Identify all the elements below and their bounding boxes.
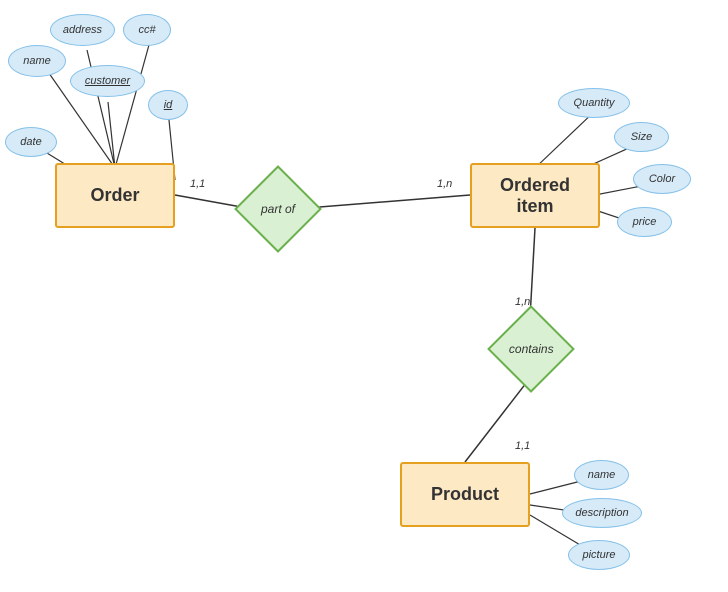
attribute-size: Size	[614, 122, 669, 152]
attribute-picture: picture	[568, 540, 630, 570]
attribute-name: name	[8, 45, 66, 77]
attribute-description: description	[562, 498, 642, 528]
cardinality-partof-ordered: 1,n	[437, 178, 452, 190]
entity-ordered-item: Ordered item	[470, 163, 600, 228]
er-diagram: Order Ordered item Product part of conta…	[0, 0, 728, 592]
cardinality-contains-product: 1,1	[515, 440, 530, 452]
entity-order: Order	[55, 163, 175, 228]
attribute-cc: cc#	[123, 14, 171, 46]
entity-product: Product	[400, 462, 530, 527]
cardinality-ordered-contains: 1,n	[515, 296, 530, 308]
cardinality-order-partof: 1,1	[190, 178, 205, 190]
attribute-id: id	[148, 90, 188, 120]
attribute-quantity: Quantity	[558, 88, 630, 118]
attribute-date: date	[5, 127, 57, 157]
relationship-contains: contains	[487, 305, 575, 393]
attribute-customer: customer	[70, 65, 145, 97]
attribute-price: price	[617, 207, 672, 237]
attribute-address: address	[50, 14, 115, 46]
attribute-product-name: name	[574, 460, 629, 490]
attribute-color: Color	[633, 164, 691, 194]
relationship-part-of: part of	[234, 165, 322, 253]
